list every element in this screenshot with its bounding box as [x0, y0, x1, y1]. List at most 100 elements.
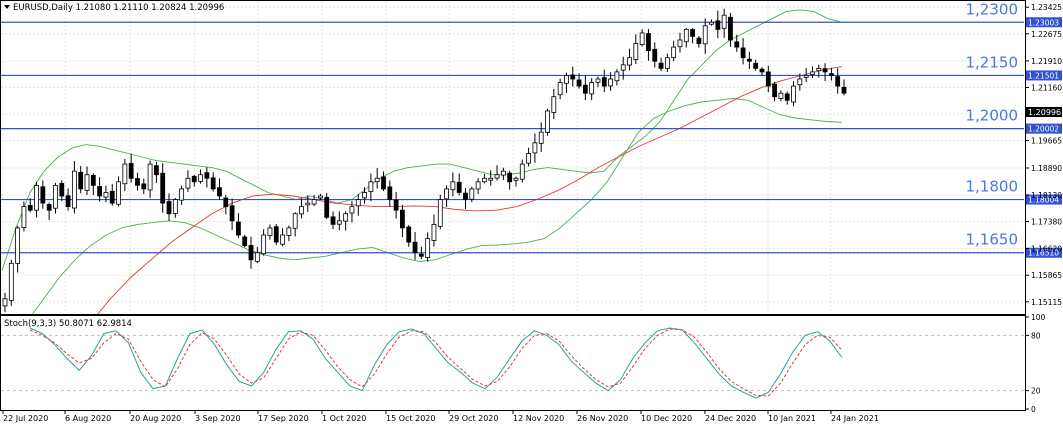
candle-body [507, 172, 513, 183]
candle-body [166, 201, 172, 215]
time-label: 12 Nov 2020 [513, 414, 564, 423]
candle-body [702, 25, 708, 45]
candle-body [526, 153, 531, 164]
candle-body [355, 199, 361, 207]
time-label: 20 Aug 2020 [130, 414, 181, 423]
candle-body [570, 74, 576, 80]
candle-body [772, 83, 778, 98]
candle-body [765, 71, 771, 87]
candle-body [336, 220, 342, 225]
current-price-tag: 1.20996 [1026, 107, 1062, 117]
candle-body [387, 186, 393, 200]
stoch-scale-label: 20 [1031, 387, 1041, 396]
candle-body [816, 67, 822, 72]
price-label: 1.16620 [1031, 244, 1062, 253]
stoch-pane [0, 315, 1026, 411]
time-label: 24 Jan 2021 [831, 414, 879, 423]
level-big-label: 1,2150 [966, 53, 1019, 71]
candle-body [683, 28, 689, 43]
candle-body [721, 14, 727, 29]
level-big-label: 1,2000 [966, 107, 1019, 125]
candle-body [759, 68, 765, 73]
candle-body [482, 177, 487, 183]
candle-body [835, 76, 841, 87]
candle-body [374, 177, 380, 183]
symbol-info: EURUSD,Daily 1.21080 1.21110 1.20824 1.2… [13, 3, 224, 13]
candle-body [78, 171, 84, 190]
price-chart[interactable]: 1,2300 1.23003 1,2150 1.21501 1,2000 1.20002 1… [0, 0, 1063, 424]
candle-body [589, 82, 595, 95]
candle-body [627, 57, 632, 66]
price-label: 1.19665 [1031, 137, 1062, 146]
candle-body [595, 78, 601, 83]
time-label: 17 Sep 2020 [258, 414, 309, 423]
price-label: 1.15115 [1031, 298, 1062, 307]
candle-body [273, 226, 279, 243]
candle-body [236, 221, 241, 236]
candle-body [538, 131, 544, 144]
candle-body [261, 234, 267, 255]
candle-body [425, 238, 431, 258]
candle-body [109, 190, 115, 204]
price-scale: 1.234251.226751.219101.211601.204101.196… [1025, 3, 1062, 307]
candle-body [71, 170, 77, 209]
candle-body [393, 199, 399, 211]
candle-body [204, 172, 210, 179]
candle-body [431, 223, 437, 241]
stoch-label: Stoch(9,3,3) 50.8071 62.9814 [4, 319, 132, 329]
candle-body [343, 213, 349, 222]
time-label: 15 Oct 2020 [386, 414, 435, 423]
candle-body [8, 262, 14, 301]
candle-body [198, 174, 203, 182]
candle-body [324, 196, 330, 218]
candle-body [728, 16, 733, 41]
candle-body [128, 163, 134, 179]
candle-body [292, 213, 298, 229]
candle-body [27, 205, 33, 211]
time-label: 22 Jul 2020 [3, 414, 48, 423]
candle-body [59, 183, 65, 197]
candle-body [620, 64, 626, 71]
candle-body [557, 82, 563, 96]
candle-body [223, 197, 229, 208]
candle-body [746, 58, 752, 62]
candle-body [330, 216, 336, 225]
candle-body [633, 43, 639, 60]
candle-body [614, 71, 620, 82]
candle-body [381, 176, 386, 190]
time-scale: 22 Jul 2020 6 Aug 2020 20 Aug 2020 3 Sep 20… [2, 410, 879, 423]
candle-body [658, 62, 664, 69]
level-big-label: 1,2300 [966, 0, 1019, 18]
candle-body [791, 85, 796, 103]
candle-body [318, 195, 323, 199]
candle-body [53, 184, 58, 209]
candle-body [305, 202, 311, 206]
time-label: 6 Aug 2020 [65, 414, 111, 423]
candle-body [122, 163, 128, 185]
candle-body [418, 253, 424, 257]
candle-body [828, 73, 834, 76]
candle-body [545, 110, 550, 133]
candle-body [500, 170, 506, 176]
candle-body [519, 163, 525, 180]
candle-body [267, 227, 273, 237]
candle-body [254, 252, 260, 262]
level-tag-label: 1.23003 [1028, 18, 1059, 27]
candle-body [437, 199, 443, 227]
candle-body [368, 181, 374, 192]
candle-body [513, 177, 519, 181]
candle-body [362, 192, 367, 199]
candle-body [652, 48, 658, 62]
candle-body [797, 78, 803, 86]
candle-body [646, 33, 651, 52]
candle-body [841, 86, 847, 94]
candle-body [677, 39, 683, 48]
candle-body [664, 57, 670, 69]
candle-body [582, 84, 588, 94]
candle-body [286, 227, 292, 236]
candle-body [469, 188, 475, 200]
price-label: 1.17380 [1031, 218, 1062, 227]
price-label: 1.15865 [1031, 271, 1062, 280]
candle-body [488, 177, 494, 181]
candle-body [349, 206, 355, 214]
